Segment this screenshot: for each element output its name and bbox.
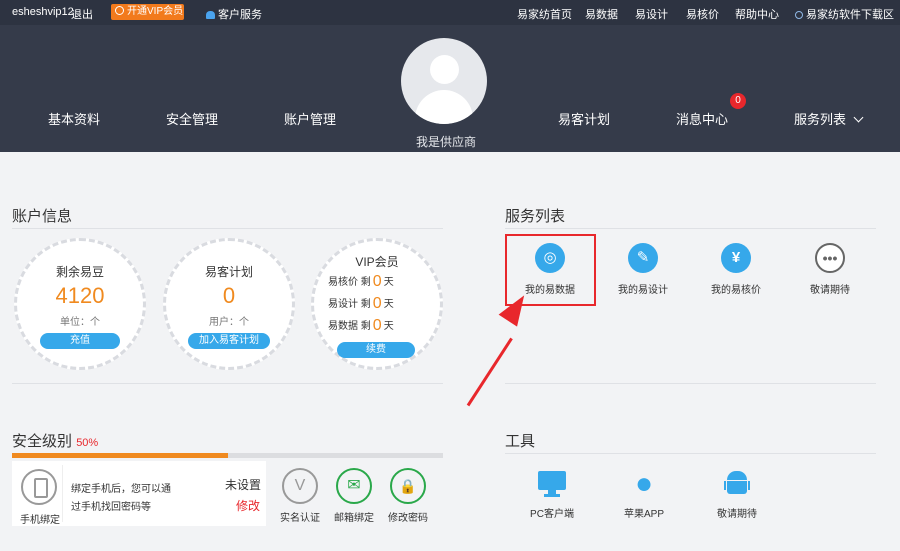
service-my-price[interactable]: ¥ 我的易核价 — [691, 243, 781, 296]
supplier-label[interactable]: 我是供应商 — [416, 133, 476, 150]
design-icon: ✎ — [628, 243, 658, 273]
beans-unit: 单位：个 — [60, 317, 100, 328]
divider — [505, 383, 876, 384]
plan-value: 0 — [222, 283, 236, 308]
logout-link[interactable]: 退出 — [71, 6, 93, 22]
annotation-arrow-line — [466, 337, 513, 407]
vip-icon — [115, 6, 124, 15]
download-link[interactable]: 易家纺软件下载区 — [795, 6, 894, 22]
mail-icon: ✉ — [336, 468, 372, 504]
nav-message-center[interactable]: 消息中心 — [676, 109, 728, 128]
tools-section-title: 工具 — [505, 433, 536, 450]
phone-icon — [21, 469, 57, 505]
service-icon — [206, 11, 215, 19]
tool-apple-app[interactable]: ● 苹果APP — [604, 467, 684, 521]
change-password[interactable]: 🔒 修改密码 — [378, 468, 438, 524]
phone-desc-line2: 过手机找回密码等 — [71, 502, 151, 513]
price-icon: ¥ — [721, 243, 751, 273]
phone-modify-link[interactable]: 修改 — [236, 497, 260, 514]
divider — [12, 228, 443, 229]
nav-service-list[interactable]: 服务列表 — [794, 109, 864, 128]
divider — [505, 453, 876, 454]
email-binding[interactable]: ✉ 邮箱绑定 — [324, 468, 384, 524]
more-icon: ••• — [815, 243, 845, 273]
design-link[interactable]: 易设计 — [635, 6, 668, 22]
service-my-design[interactable]: ✎ 我的易设计 — [598, 243, 688, 296]
plan-card: 易客计划 0 用户：个 加入易客计划 — [163, 238, 295, 370]
download-icon — [795, 11, 803, 19]
account-section-title: 账户信息 — [12, 208, 73, 225]
security-progress-fill — [12, 453, 228, 458]
phone-desc-line1: 绑定手机后，您可以通 — [71, 484, 171, 495]
nav-account[interactable]: 账户管理 — [284, 109, 336, 128]
security-percent: 50% — [76, 437, 99, 449]
recharge-button[interactable]: 充值 — [40, 333, 120, 349]
beans-title: 剩余易豆 — [55, 265, 104, 279]
vip-card: VIP会员 易核价 剩0天 易设计 剩0天 易数据 剩0天 续费 — [311, 238, 443, 370]
divider — [62, 465, 63, 522]
beans-card: 剩余易豆 4120 单位：个 充值 — [14, 238, 146, 370]
tool-coming-soon[interactable]: 敬请期待 — [697, 469, 777, 520]
message-count-badge: 0 — [730, 93, 746, 109]
home-link[interactable]: 易家纺首页 — [517, 6, 572, 22]
vip-row-data: 易数据 剩0天 — [328, 317, 394, 334]
service-coming-soon[interactable]: ••• 敬请期待 — [785, 243, 875, 296]
data-link[interactable]: 易数据 — [585, 6, 618, 22]
lock-icon: 🔒 — [390, 468, 426, 504]
plan-unit: 用户：个 — [209, 317, 249, 328]
apple-icon: ● — [634, 467, 654, 500]
renew-button[interactable]: 续费 — [337, 342, 415, 358]
nav-yike-plan[interactable]: 易客计划 — [558, 109, 610, 128]
nav-basic-info[interactable]: 基本资料 — [48, 109, 100, 128]
tool-pc-client[interactable]: PC客户端 — [512, 469, 592, 520]
phone-binding-label: 手机绑定 — [20, 515, 60, 526]
header-nav: 基本资料 安全管理 账户管理 我是供应商 易客计划 消息中心 0 服务列表 — [0, 25, 900, 152]
divider — [12, 383, 443, 384]
android-icon — [724, 469, 750, 499]
divider — [505, 228, 876, 229]
security-progress-bar — [12, 453, 443, 458]
security-section-title: 安全级别 50% — [12, 433, 99, 450]
customer-service-link[interactable]: 客户服务 — [206, 6, 262, 22]
help-link[interactable]: 帮助中心 — [735, 6, 779, 22]
join-plan-button[interactable]: 加入易客计划 — [188, 333, 270, 349]
nav-security[interactable]: 安全管理 — [166, 109, 218, 128]
plan-title: 易客计划 — [204, 265, 253, 279]
avatar[interactable] — [401, 38, 487, 124]
vip-row-price: 易核价 剩0天 — [328, 273, 394, 290]
top-bar: esheshvip12 退出 开通VIP会员 客户服务 易家纺首页 易数据 易设… — [0, 0, 900, 25]
beans-value: 4120 — [55, 283, 105, 308]
phone-binding-card: 手机绑定 绑定手机后，您可以通 过手机找回密码等 未设置 修改 — [12, 461, 266, 526]
services-section-title: 服务列表 — [505, 208, 566, 225]
real-name-auth[interactable]: V 实名认证 — [270, 468, 330, 524]
chevron-down-icon — [853, 112, 864, 123]
vip-title: VIP会员 — [355, 255, 399, 269]
username: esheshvip12 — [12, 6, 74, 18]
vip-row-design: 易设计 剩0天 — [328, 295, 394, 312]
monitor-icon — [538, 469, 566, 499]
open-vip-button[interactable]: 开通VIP会员 — [111, 4, 184, 20]
price-link[interactable]: 易核价 — [686, 6, 719, 22]
phone-status: 未设置 — [225, 478, 262, 492]
verify-icon: V — [282, 468, 318, 504]
